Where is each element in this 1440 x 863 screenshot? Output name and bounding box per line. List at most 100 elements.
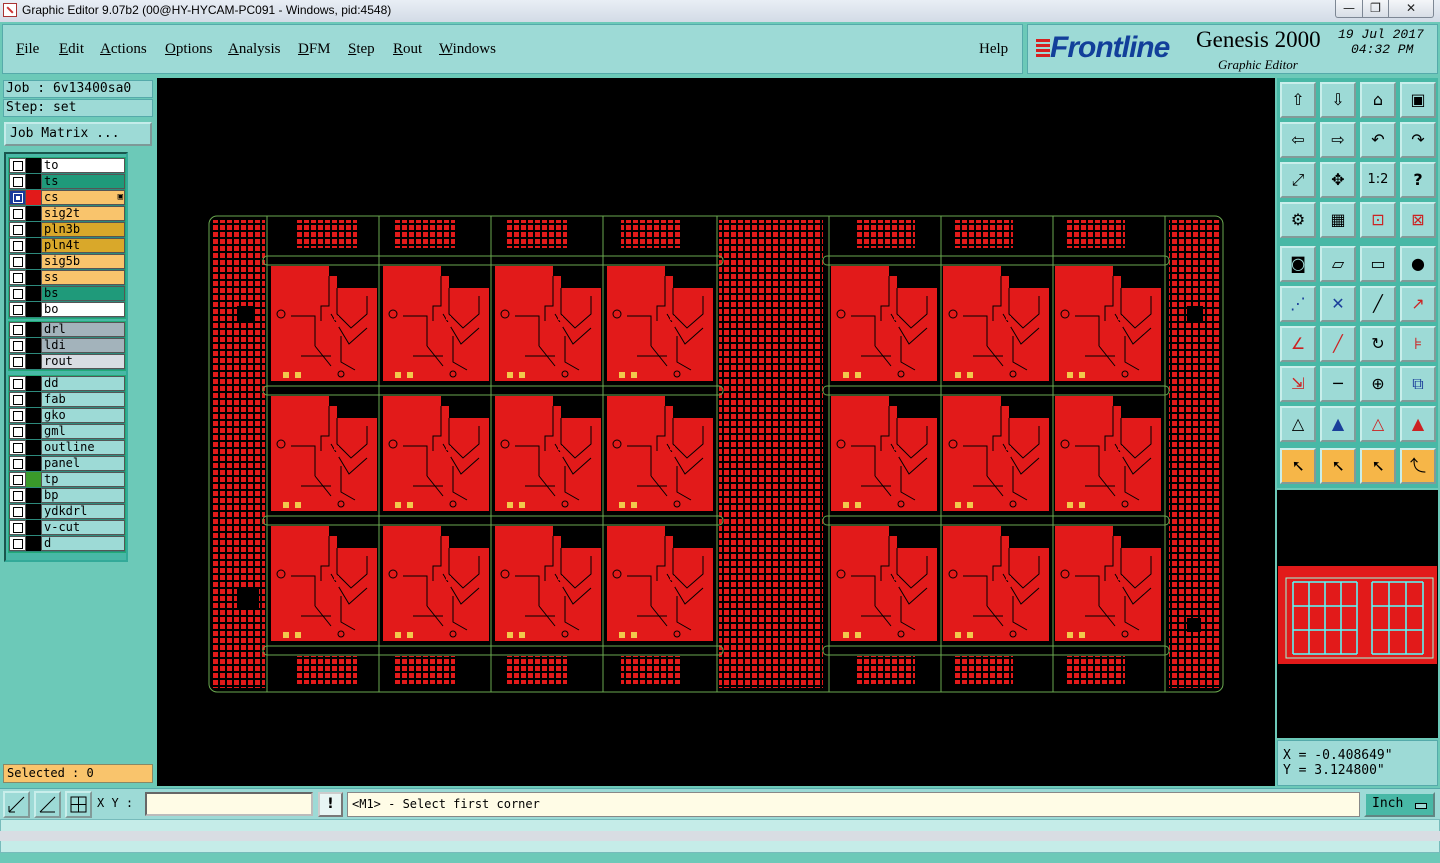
window-tool-button[interactable]: ▣ <box>1400 82 1436 118</box>
pad-tool-button[interactable]: ● <box>1400 246 1436 282</box>
layer-row-rout[interactable]: rout <box>9 354 126 369</box>
delete-tool-button[interactable]: ✕ <box>1320 286 1356 322</box>
layer-row-pln4t[interactable]: pln4t <box>9 238 126 253</box>
draw-poly-tool-button[interactable]: ▱ <box>1320 246 1356 282</box>
menu-options[interactable]: Options <box>165 41 213 58</box>
layer-row-drl[interactable]: drl <box>9 322 126 337</box>
connect-tool-button[interactable]: ⋰ <box>1280 286 1316 322</box>
layer-name[interactable]: bp <box>41 488 125 503</box>
arc-line-tool-button[interactable]: ╱ <box>1320 326 1356 362</box>
layer-display-toggle[interactable] <box>26 174 41 189</box>
layer-affected-checkbox[interactable] <box>9 322 26 337</box>
layer-row-sig5b[interactable]: sig5b <box>9 254 126 269</box>
layer-display-toggle[interactable] <box>26 488 41 503</box>
layer-name[interactable]: cs ▣ <box>41 190 125 205</box>
measure-tool-button[interactable]: ─ <box>1320 366 1356 402</box>
overview-map[interactable] <box>1277 490 1438 738</box>
layer-affected-checkbox[interactable] <box>9 354 26 369</box>
layer-row-tp[interactable]: tp <box>9 472 126 487</box>
layer-display-toggle[interactable] <box>26 354 41 369</box>
layer-row-bs[interactable]: bs <box>9 286 126 301</box>
layer-row-pln3b[interactable]: pln3b <box>9 222 126 237</box>
layer-affected-checkbox[interactable] <box>9 270 26 285</box>
layer-name[interactable]: gml <box>41 424 125 439</box>
layer-name[interactable]: ts <box>41 174 125 189</box>
layer-display-toggle[interactable] <box>26 190 41 205</box>
layer-name[interactable]: sig2t <box>41 206 125 221</box>
layer-row-bo[interactable]: bo <box>9 302 126 317</box>
angle-toggle-button[interactable] <box>34 791 61 818</box>
layer-affected-checkbox[interactable] <box>9 376 26 391</box>
layer-affected-checkbox[interactable] <box>9 238 26 253</box>
layer-name[interactable]: pln3b <box>41 222 125 237</box>
maximize-button[interactable]: ❐ <box>1362 0 1389 18</box>
snap-toggle-button[interactable] <box>3 791 30 818</box>
layer-display-toggle[interactable] <box>26 254 41 269</box>
ruler-tool-button[interactable]: ▭ <box>1360 246 1396 282</box>
close-button[interactable]: ✕ <box>1388 0 1434 18</box>
graphic-canvas[interactable] <box>157 78 1275 786</box>
select-box-tool-button[interactable]: ◙ <box>1280 246 1316 282</box>
layer-affected-checkbox[interactable] <box>9 158 26 173</box>
left-tool-button[interactable]: ⇦ <box>1280 122 1316 158</box>
layer-row-cs[interactable]: cs ▣ <box>9 190 126 205</box>
layer-name[interactable]: d <box>41 536 125 551</box>
menu-windows[interactable]: Windows <box>439 41 496 58</box>
line-arrow-tool-button[interactable]: ↗ <box>1400 286 1436 322</box>
layer-display-toggle[interactable] <box>26 338 41 353</box>
grid-tool-button[interactable]: ▦ <box>1320 202 1356 238</box>
layer-row-outline[interactable]: outline <box>9 440 126 455</box>
layer-name[interactable]: ydkdrl <box>41 504 125 519</box>
job-matrix-button[interactable]: Job Matrix ... <box>4 122 152 146</box>
undo-tool-button[interactable]: ↶ <box>1360 122 1396 158</box>
layer-name[interactable]: sig5b <box>41 254 125 269</box>
layer-name[interactable]: bo <box>41 302 125 317</box>
center-tool-button[interactable]: ⊕ <box>1360 366 1396 402</box>
layer-name[interactable]: fab <box>41 392 125 407</box>
pointer-path-tool-button[interactable]: ⤴ <box>1400 448 1436 484</box>
alert-button[interactable]: ! <box>318 792 343 817</box>
layer-display-toggle[interactable] <box>26 504 41 519</box>
xy-input[interactable] <box>145 792 313 816</box>
layer-name[interactable]: to <box>41 158 125 173</box>
layer-row-d[interactable]: d <box>9 536 126 551</box>
layer-affected-checkbox[interactable] <box>9 190 26 205</box>
layer-affected-checkbox[interactable] <box>9 536 26 551</box>
menu-dfm[interactable]: DFM <box>298 41 331 58</box>
layer-affected-checkbox[interactable] <box>9 174 26 189</box>
layer-affected-checkbox[interactable] <box>9 302 26 317</box>
layer-display-toggle[interactable] <box>26 376 41 391</box>
layer-display-toggle[interactable] <box>26 206 41 221</box>
help-tool-button[interactable]: ? <box>1400 162 1436 198</box>
layer-affected-checkbox[interactable] <box>9 206 26 221</box>
layer-affected-checkbox[interactable] <box>9 520 26 535</box>
layer-name[interactable]: bs <box>41 286 125 301</box>
snap-b-tool-button[interactable]: ⊠ <box>1400 202 1436 238</box>
layer-display-toggle[interactable] <box>26 520 41 535</box>
tools-tool-button[interactable]: ⚙ <box>1280 202 1316 238</box>
scale-1-2-tool-button[interactable]: 1:2 <box>1360 162 1396 198</box>
layer-affected-checkbox[interactable] <box>9 472 26 487</box>
zoom-center-tool-button[interactable]: ✥ <box>1320 162 1356 198</box>
layer-row-ts[interactable]: ts <box>9 174 126 189</box>
layer-display-toggle[interactable] <box>26 392 41 407</box>
menu-analysis[interactable]: Analysis <box>228 41 281 58</box>
layer-affected-checkbox[interactable] <box>9 392 26 407</box>
right-tool-button[interactable]: ⇨ <box>1320 122 1356 158</box>
menu-step[interactable]: Step <box>348 41 375 58</box>
layer-row-gml[interactable]: gml <box>9 424 126 439</box>
copy-tool-button[interactable]: ⧉ <box>1400 366 1436 402</box>
layer-affected-checkbox[interactable] <box>9 488 26 503</box>
layer-name[interactable]: tp <box>41 472 125 487</box>
triangle-a-tool-button[interactable]: △ <box>1280 406 1316 442</box>
pointer-circle-tool-button[interactable]: ➚ <box>1360 448 1396 484</box>
layer-affected-checkbox[interactable] <box>9 504 26 519</box>
move-tool-button[interactable]: ⇲ <box>1280 366 1316 402</box>
pointer-box-tool-button[interactable]: ➚ <box>1320 448 1356 484</box>
layer-row-bp[interactable]: bp <box>9 488 126 503</box>
layer-affected-checkbox[interactable] <box>9 286 26 301</box>
down-layer-tool-button[interactable]: ⇩ <box>1320 82 1356 118</box>
layer-name[interactable]: panel <box>41 456 125 471</box>
layer-display-toggle[interactable] <box>26 286 41 301</box>
layer-row-v-cut[interactable]: v-cut <box>9 520 126 535</box>
